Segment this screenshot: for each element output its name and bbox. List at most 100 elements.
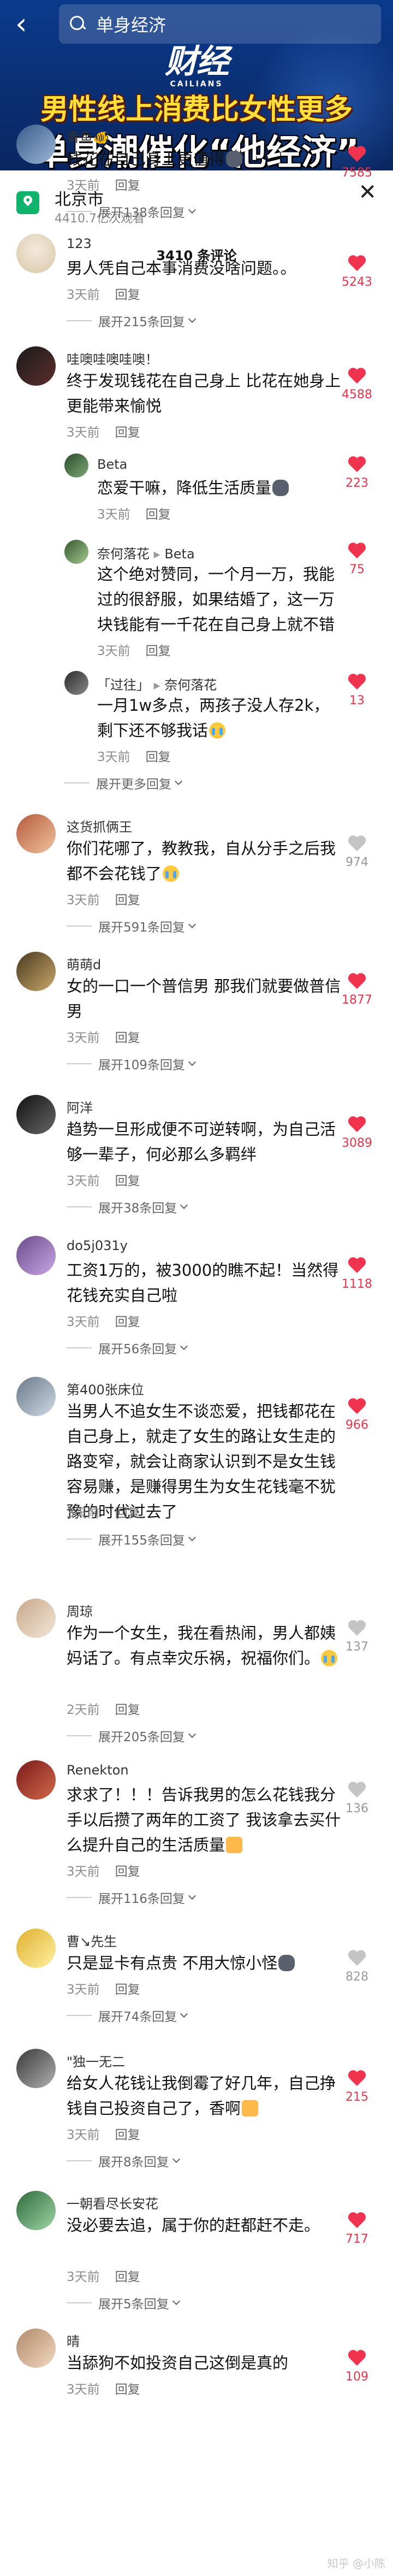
avatar[interactable] (16, 1929, 56, 1968)
like-count: 1118 (342, 1277, 372, 1291)
search-box[interactable]: 单身经济 (59, 4, 381, 44)
avatar[interactable] (16, 1377, 56, 1416)
reply-to-username[interactable]: Beta (164, 546, 194, 562)
like-button[interactable]: 136 (335, 1782, 379, 1815)
like-button[interactable]: 137 (335, 1620, 379, 1654)
reply-button[interactable]: 回复 (115, 1983, 140, 1997)
like-button[interactable]: 75 (335, 543, 379, 576)
comment-username[interactable]: 123 (67, 236, 92, 251)
expand-replies-button[interactable]: 展开更多回复 (64, 774, 183, 792)
comment-username[interactable]: 周琼 (67, 1601, 93, 1620)
like-button[interactable]: 966 (335, 1399, 379, 1432)
like-count: 7585 (342, 166, 372, 180)
like-button[interactable]: 109 (335, 2350, 379, 2384)
like-button[interactable]: 5243 (335, 256, 379, 289)
expand-replies-button[interactable]: 展开38条回复 (67, 1198, 188, 1216)
like-button[interactable]: 717 (335, 2213, 379, 2246)
comment-text: 你们花哪了，教教我，自从分手之后我都不会花钱了 (67, 839, 336, 883)
expand-replies-label: 展开74条回复 (98, 2010, 177, 2024)
like-button[interactable]: 215 (335, 2071, 379, 2104)
expand-replies-button[interactable]: 展开215条回复 (67, 311, 196, 330)
avatar[interactable] (16, 2329, 56, 2368)
comment-username[interactable]: 萌萌d (67, 954, 101, 973)
reply-button[interactable]: 回复 (115, 179, 140, 193)
comment-username[interactable]: 第400张床位 (67, 1379, 144, 1398)
divider (67, 1063, 92, 1064)
like-button[interactable]: 1877 (335, 974, 379, 1007)
like-button[interactable]: 1118 (335, 1258, 379, 1291)
reply-button[interactable]: 回复 (115, 1031, 140, 1045)
reply-button[interactable]: 回复 (115, 2128, 140, 2142)
expand-replies-label: 展开109条回复 (98, 1058, 185, 1072)
expand-replies-label: 展开138条回复 (98, 206, 185, 220)
like-button[interactable]: 828 (335, 1950, 379, 1984)
expand-replies-button[interactable]: 展开138条回复 (67, 202, 196, 221)
avatar[interactable] (64, 453, 88, 478)
expand-replies-button[interactable]: 展开591条回复 (67, 917, 196, 935)
chevron-down-icon (188, 205, 196, 214)
expand-replies-button[interactable]: 展开56条回复 (67, 1339, 188, 1357)
like-button[interactable]: 223 (335, 457, 379, 490)
reply-button[interactable]: 回复 (115, 1506, 140, 1520)
back-button[interactable]: ‹ (15, 8, 37, 40)
like-button[interactable]: 13 (335, 674, 379, 708)
divider (67, 1347, 92, 1348)
expand-replies-button[interactable]: 展开116条回复 (67, 1888, 196, 1907)
reply-button[interactable]: 回复 (115, 2270, 140, 2284)
comment-username[interactable]: 晴 (67, 2331, 80, 2350)
comment-username[interactable]: 阿洋 (67, 1097, 93, 1116)
reply-button[interactable]: 回复 (115, 1174, 140, 1188)
like-count: 974 (346, 856, 368, 869)
reply-button[interactable]: 回复 (115, 288, 140, 302)
avatar[interactable] (16, 2191, 56, 2230)
avatar[interactable] (16, 125, 56, 164)
comment-username[interactable]: "独一无二 (67, 2051, 125, 2070)
expand-replies-button[interactable]: 展开109条回复 (67, 1054, 196, 1073)
comment-username[interactable]: 曹↘先生 (67, 1931, 117, 1950)
reply-button[interactable]: 回复 (115, 893, 140, 907)
reply-button[interactable]: 回复 (115, 1865, 140, 1879)
comment-username[interactable]: 「过往」 ▸ 奈何落花 (97, 674, 217, 693)
comment-username[interactable]: 哇噢哇噢哇噢！ (67, 349, 158, 368)
avatar[interactable] (16, 234, 56, 273)
comment-username[interactable]: 这货抓俩王 (67, 816, 132, 835)
avatar[interactable] (16, 2049, 56, 2088)
chevron-down-icon (188, 920, 196, 929)
expand-replies-button[interactable]: 展开8条回复 (67, 2151, 180, 2170)
like-button[interactable]: 7585 (335, 146, 379, 180)
heart-icon (348, 1620, 366, 1637)
expand-replies-button[interactable]: 展开74条回复 (67, 2006, 188, 2025)
location-bar[interactable]: 北京市 4410.7亿次观看 ✕ (0, 170, 393, 231)
avatar[interactable] (64, 540, 88, 564)
expand-replies-button[interactable]: 展开155条回复 (67, 1530, 196, 1548)
like-button[interactable]: 4588 (335, 368, 379, 402)
reply-button[interactable]: 回复 (115, 1315, 140, 1329)
comment-username[interactable]: 一朝看尽长安花 (67, 2193, 158, 2212)
expand-replies-button[interactable]: 展开205条回复 (67, 1726, 196, 1745)
avatar[interactable] (16, 1599, 56, 1638)
avatar[interactable] (64, 671, 88, 695)
avatar[interactable] (16, 1095, 56, 1134)
like-button[interactable]: 3089 (335, 1117, 379, 1150)
avatar[interactable] (16, 952, 56, 991)
expand-replies-button[interactable]: 展开5条回复 (67, 2294, 180, 2312)
comment-username[interactable]: 青鱼🐠 (67, 127, 109, 146)
reply-button[interactable]: 回复 (146, 508, 171, 522)
avatar[interactable] (16, 1760, 56, 1800)
reply-button[interactable]: 回复 (115, 2383, 140, 2397)
heart-icon (348, 1399, 366, 1415)
reply-button[interactable]: 回复 (115, 1703, 140, 1717)
avatar[interactable] (16, 346, 56, 386)
comment-username[interactable]: 奈何落花 ▸ Beta (97, 543, 195, 562)
reply-button[interactable]: 回复 (115, 426, 140, 440)
comment-username[interactable]: Beta (97, 457, 127, 472)
comment-username[interactable]: Renekton (67, 1762, 129, 1778)
reply-button[interactable]: 回复 (146, 750, 171, 764)
like-button[interactable]: 974 (335, 836, 379, 869)
reply-button[interactable]: 回复 (146, 644, 171, 658)
avatar[interactable] (16, 1236, 56, 1275)
reply-to-username[interactable]: 奈何落花 (164, 677, 217, 693)
close-icon[interactable]: ✕ (358, 180, 377, 204)
avatar[interactable] (16, 814, 56, 853)
comment-username[interactable]: do5j031y (67, 1238, 128, 1253)
